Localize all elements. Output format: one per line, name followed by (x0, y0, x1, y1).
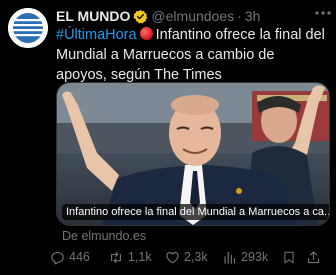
share-icon (307, 250, 320, 263)
avatar[interactable] (8, 8, 48, 48)
author-handle[interactable]: @elmundoes (151, 8, 234, 24)
el-mundo-logo-icon (8, 8, 48, 48)
retweet-icon (111, 251, 121, 263)
views-button[interactable]: 293k (222, 250, 282, 265)
hashtag-link[interactable]: #ÚltimaHora (56, 27, 137, 43)
more-button[interactable] (314, 6, 332, 20)
action-bar: 446 1,1k 2,3k 293k (50, 247, 332, 267)
retweet-count: 1,1k (128, 250, 152, 264)
views-icon (224, 251, 236, 264)
tweet[interactable]: EL MUNDO @elmundoes · 3h #ÚltimaHora Infa… (0, 0, 336, 275)
heart-icon (166, 251, 179, 263)
retweet-button[interactable]: 1,1k (108, 250, 165, 265)
share-button[interactable] (306, 250, 326, 265)
tweet-header: EL MUNDO @elmundoes · 3h (56, 7, 328, 25)
more-icon (315, 11, 331, 15)
card-caption: Infantino ofrece la final del Mundial a … (62, 204, 329, 220)
post-time[interactable]: 3h (245, 8, 261, 24)
bookmark-button[interactable] (282, 250, 306, 265)
tweet-text: #ÚltimaHora Infantino ofrece la final del… (56, 25, 328, 85)
bookmark-icon (284, 251, 294, 263)
link-card[interactable]: Infantino ofrece la final del Mundial a … (56, 82, 330, 226)
verified-badge-icon (133, 9, 148, 24)
separator-dot: · (237, 8, 242, 24)
like-button[interactable]: 2,3k (165, 250, 222, 265)
reply-count: 446 (69, 250, 90, 264)
author-name[interactable]: EL MUNDO (56, 8, 130, 24)
views-count: 293k (241, 250, 269, 264)
reply-icon (51, 251, 64, 265)
source-link[interactable]: De elmundo.es (62, 229, 146, 243)
like-count: 2,3k (184, 250, 208, 264)
reply-button[interactable]: 446 (50, 250, 108, 265)
red-circle-emoji (139, 27, 153, 40)
